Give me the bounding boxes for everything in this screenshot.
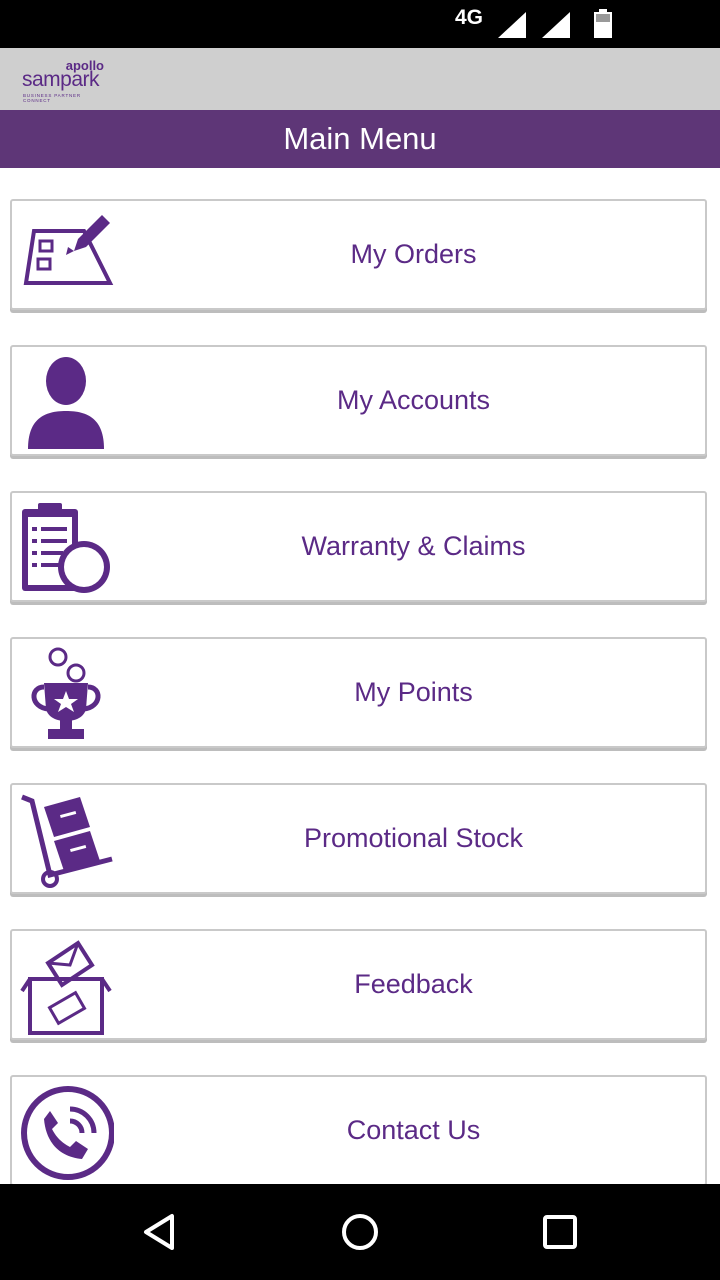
- page-title: Main Menu: [0, 110, 720, 168]
- ballot-box-icon: [20, 940, 112, 1035]
- menu-item-label: My Points: [354, 677, 473, 707]
- home-icon[interactable]: [340, 1212, 380, 1252]
- menu-item-my-orders[interactable]: My Orders: [10, 199, 707, 310]
- menu-item-label: Feedback: [354, 969, 473, 999]
- battery-icon: [594, 9, 612, 38]
- menu-item-warranty-claims[interactable]: Warranty & Claims: [10, 491, 707, 602]
- menu-item-feedback[interactable]: Feedback: [10, 929, 707, 1040]
- trophy-icon: [31, 647, 101, 739]
- order-form-icon: [23, 215, 114, 285]
- menu-item-my-points[interactable]: My Points: [10, 637, 707, 748]
- phone-icon: [21, 1086, 114, 1180]
- back-icon[interactable]: [140, 1212, 180, 1252]
- menu-item-contact-us[interactable]: Contact Us: [10, 1075, 707, 1184]
- clipboard-badge-icon: [22, 503, 110, 593]
- app-header: apollo sampark BUSINESS PARTNER CONNECT: [0, 48, 720, 110]
- menu-item-label: My Orders: [350, 239, 477, 269]
- menu-item-label: Warranty & Claims: [301, 531, 526, 561]
- status-bar: 4G: [0, 0, 720, 48]
- hand-truck-icon: [21, 794, 113, 888]
- menu-item-my-accounts[interactable]: My Accounts: [10, 345, 707, 456]
- signal-icon: [498, 12, 526, 38]
- network-type: 4G: [455, 6, 484, 29]
- main-menu: My Orders My Accounts Warranty & Claims: [0, 168, 720, 1184]
- menu-item-label: My Accounts: [336, 385, 491, 415]
- menu-item-label: Promotional Stock: [303, 823, 524, 853]
- menu-item-label: Contact Us: [346, 1115, 481, 1145]
- menu-item-promotional-stock[interactable]: Promotional Stock: [10, 783, 707, 894]
- logo-name: sampark: [22, 68, 100, 91]
- app-logo: apollo sampark BUSINESS PARTNER CONNECT: [20, 56, 110, 104]
- user-icon: [28, 357, 104, 449]
- recents-icon[interactable]: [542, 1214, 578, 1250]
- logo-tagline: BUSINESS PARTNER CONNECT: [23, 93, 81, 103]
- system-nav-bar: [0, 1184, 720, 1280]
- signal-icon: [542, 12, 570, 38]
